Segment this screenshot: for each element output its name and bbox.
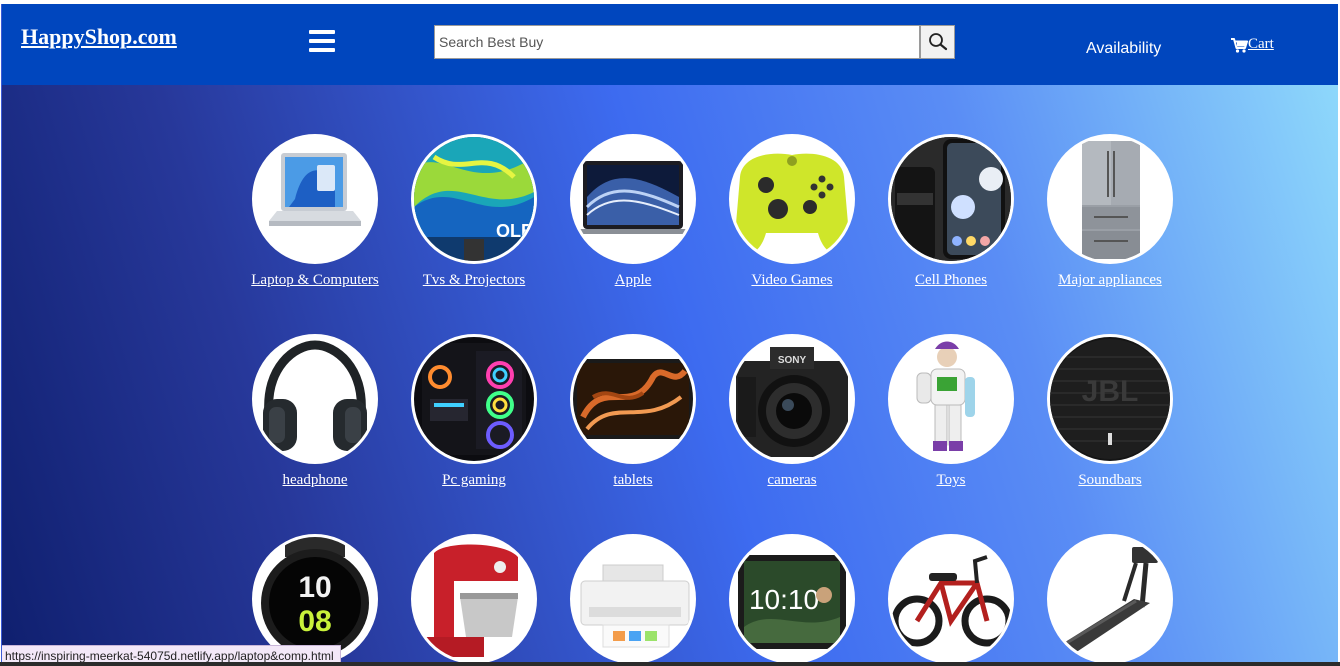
category-card[interactable] — [371, 534, 551, 666]
macbook-icon — [570, 134, 696, 264]
category-card[interactable] — [848, 534, 1028, 666]
search-button[interactable] — [920, 25, 955, 59]
category-card[interactable]: Toys — [848, 334, 1028, 494]
category-card[interactable]: 10:10 — [689, 534, 869, 666]
printer-icon — [570, 534, 696, 664]
category-card[interactable]: tablets — [530, 334, 710, 494]
game-controller-icon — [729, 134, 855, 264]
category-grid: Laptop & Computers OLED Tvs & Projectors — [2, 85, 1338, 666]
cell-phone-icon — [888, 134, 1014, 264]
cart-icon — [1231, 37, 1248, 53]
category-card[interactable]: JBL Soundbars — [1007, 334, 1187, 494]
taskbar-edge — [0, 662, 1340, 666]
laptop-icon — [252, 134, 378, 264]
category-card[interactable]: headphone — [212, 334, 392, 494]
category-card[interactable]: SONY cameras — [689, 334, 869, 494]
speaker-brand-text: JBL — [1082, 375, 1139, 408]
cart-link[interactable]: Cart — [1230, 36, 1274, 53]
availability-link[interactable]: Availability — [1086, 40, 1161, 58]
category-card[interactable]: Cell Phones — [848, 134, 1028, 294]
smart-display-icon: 10:10 — [729, 534, 855, 664]
display-time-text: 10:10 — [749, 584, 819, 615]
category-label[interactable]: Major appliances — [1007, 272, 1213, 289]
category-card[interactable]: Pc gaming — [371, 334, 551, 494]
watch-hours-text: 10 — [298, 571, 331, 604]
category-card[interactable]: Video Games — [689, 134, 869, 294]
watch-minutes-text: 08 — [298, 605, 331, 638]
hamburger-menu-icon[interactable] — [309, 30, 335, 52]
tv-brand-text: OLED — [496, 221, 534, 241]
category-card[interactable]: Apple — [530, 134, 710, 294]
category-card[interactable]: Major appliances — [1007, 134, 1187, 294]
cart-label: Cart — [1248, 36, 1274, 52]
headphone-icon — [252, 334, 378, 464]
camera-brand-text: SONY — [778, 355, 807, 366]
camera-icon: SONY — [729, 334, 855, 464]
category-card[interactable] — [530, 534, 710, 666]
browser-viewport: HappyShop.com Availability Cart — [1, 4, 1338, 666]
speaker-icon: JBL — [1047, 334, 1173, 464]
toy-icon — [888, 334, 1014, 464]
search-input[interactable] — [434, 25, 920, 59]
e-bike-icon — [888, 534, 1014, 664]
tv-icon: OLED — [411, 134, 537, 264]
category-card[interactable]: Laptop & Computers — [212, 134, 392, 294]
category-label[interactable]: Soundbars — [1007, 472, 1213, 489]
refrigerator-icon — [1047, 134, 1173, 264]
search-icon — [929, 33, 948, 51]
treadmill-icon — [1047, 534, 1173, 664]
category-card[interactable] — [1007, 534, 1187, 666]
top-navbar: HappyShop.com Availability Cart — [2, 4, 1338, 85]
stand-mixer-icon — [411, 534, 537, 664]
tablet-icon — [570, 334, 696, 464]
gaming-pc-icon — [411, 334, 537, 464]
brand-logo-link[interactable]: HappyShop.com — [21, 24, 177, 50]
category-card[interactable]: OLED Tvs & Projectors — [371, 134, 551, 294]
